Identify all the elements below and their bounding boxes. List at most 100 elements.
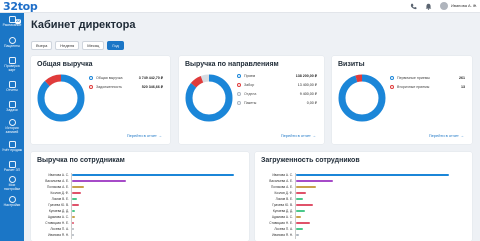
sidebar-item-schedule[interactable]: Расписание 22 bbox=[0, 16, 24, 28]
legend-value: 261 bbox=[459, 76, 465, 80]
bar-label: Васильева А. Е. bbox=[45, 179, 69, 183]
app-logo[interactable]: 32top bbox=[3, 0, 38, 13]
bar-row: Иванова Я. Н. bbox=[31, 233, 249, 237]
legend-row: Вторичные приемы 13 bbox=[390, 85, 465, 89]
bar-row: Ставицкая Н. Е. bbox=[255, 221, 472, 225]
legend-label: Общая выручка bbox=[96, 76, 123, 80]
page-title: Кабинет директора bbox=[31, 19, 136, 31]
sidebar-item-label: Мои настройки bbox=[3, 183, 21, 191]
bar bbox=[72, 180, 127, 182]
sidebar-item-salary[interactable]: Расчет ЗП bbox=[0, 161, 24, 173]
bar-row: Ломов В. Е. bbox=[31, 197, 249, 201]
legend-row: Прием 138 200,00 ₽ bbox=[237, 74, 317, 78]
bar bbox=[72, 234, 74, 236]
schedule-badge: 22 bbox=[15, 19, 21, 24]
sidebar-item-label: Расчет ЗП bbox=[3, 168, 21, 172]
bar-label: Лосева П. А. bbox=[274, 227, 293, 231]
legend-value: 13 400,00 ₽ bbox=[297, 83, 317, 87]
bar-label: Ставицкая Н. Е. bbox=[45, 221, 69, 225]
legend-value: 138 200,00 ₽ bbox=[295, 74, 317, 78]
sidebar-item-tasks[interactable]: Задачи bbox=[0, 101, 24, 113]
bar-label: Иванова Я. Н. bbox=[48, 233, 69, 237]
bar bbox=[72, 216, 76, 218]
card-title: Общая выручка bbox=[37, 61, 93, 68]
visits-legend: Первичные приемы 261 Вторичные приемы 13 bbox=[390, 76, 465, 106]
tab-yesterday[interactable]: Вчера bbox=[31, 41, 53, 50]
card-check-icon bbox=[8, 57, 16, 64]
directions-donut-chart bbox=[185, 74, 233, 122]
bar-row: Лосева П. А. bbox=[31, 227, 249, 231]
sidebar-item-history[interactable]: История записей bbox=[0, 119, 24, 135]
bar-row: Ломов В. Е. bbox=[255, 197, 472, 201]
bar bbox=[72, 210, 76, 212]
go-to-report-link[interactable]: Перейти в отчет → bbox=[127, 133, 162, 138]
visits-card: Визиты Первичные приемы 261 Вторичные пр… bbox=[332, 56, 472, 144]
bar-label: Грачева Ю. В. bbox=[272, 203, 293, 207]
sidebar-item-label: История записей bbox=[5, 126, 19, 134]
tab-year[interactable]: Год bbox=[107, 41, 124, 50]
staff-revenue-card: Выручка по сотрудникам Иванова А. С. Васи… bbox=[31, 152, 249, 241]
salary-icon bbox=[8, 161, 16, 168]
bar bbox=[72, 186, 84, 188]
legend-row: Общая выручка 3 749 442,70 ₽ bbox=[89, 76, 163, 80]
bar-label: Полякова А. Е. bbox=[270, 185, 293, 189]
bar bbox=[296, 198, 303, 200]
revenue-card: Общая выручка Общая выручка 3 749 442,70… bbox=[31, 56, 170, 144]
sidebar-item-reports[interactable]: Отчеты bbox=[0, 81, 24, 93]
sidebar-item-patients[interactable]: Пациенты bbox=[0, 37, 24, 49]
card-title: Выручка по сотрудникам bbox=[37, 157, 125, 164]
directions-card: Выручка по направлениям Прием 138 200,00… bbox=[179, 56, 324, 144]
bar bbox=[296, 186, 317, 188]
bar-label: Адамова А. С. bbox=[47, 215, 69, 219]
bar-row: Грачева Ю. В. bbox=[31, 203, 249, 207]
legend-row: Отдела 9 400,00 ₽ bbox=[237, 92, 317, 96]
sidebar-item-label: Задачи bbox=[6, 108, 18, 112]
bar-label: Иванова Я. Н. bbox=[272, 233, 293, 237]
staff-load-card: Загруженность сотрудников Иванова А. С. В… bbox=[255, 152, 472, 241]
sidebar-item-sales[interactable]: Учёт продаж bbox=[0, 141, 24, 153]
sidebar-item-label: Учёт продаж bbox=[2, 148, 22, 152]
bar bbox=[296, 234, 300, 236]
bar-label: Иванова А. С. bbox=[48, 173, 69, 177]
user-avatar[interactable] bbox=[440, 2, 448, 10]
legend-label: Прием bbox=[244, 74, 256, 78]
go-to-report-link[interactable]: Перейти в отчет → bbox=[281, 133, 316, 138]
sidebar-item-label: Расписание bbox=[2, 23, 22, 27]
bar bbox=[296, 222, 310, 224]
legend-row: Первичные приемы 261 bbox=[390, 76, 465, 80]
legend-dot bbox=[237, 92, 241, 96]
legend-value: 3 749 442,70 ₽ bbox=[138, 76, 163, 80]
donut-slice bbox=[37, 74, 85, 122]
patients-icon bbox=[8, 37, 16, 44]
bar-row: Адамова А. С. bbox=[31, 215, 249, 219]
gear-icon bbox=[8, 196, 16, 203]
bar-row: Полякова А. Е. bbox=[255, 185, 472, 189]
legend-label: Первичные приемы bbox=[397, 76, 430, 80]
phone-icon[interactable] bbox=[410, 3, 417, 10]
tab-month[interactable]: Месяц bbox=[82, 41, 105, 50]
bar-row: Лосева П. А. bbox=[255, 227, 472, 231]
bar-row: Кулаева Д. Д. bbox=[255, 209, 472, 213]
reports-icon bbox=[8, 81, 16, 88]
staff-revenue-bars: Иванова А. С. Васильева А. Е. Полякова А. … bbox=[31, 173, 249, 239]
legend-dot bbox=[237, 83, 241, 87]
legend-dot bbox=[89, 76, 93, 80]
bar bbox=[72, 228, 74, 230]
bar-row: Козлов Д. Ф. bbox=[255, 191, 472, 195]
bar bbox=[296, 210, 305, 212]
legend-label: Вторичные приемы bbox=[397, 85, 430, 89]
bell-icon[interactable] bbox=[425, 3, 432, 10]
tab-week[interactable]: Неделя bbox=[55, 41, 80, 50]
bar-label: Козлов Д. Ф. bbox=[274, 191, 293, 195]
bar bbox=[72, 222, 74, 224]
chevron-down-icon[interactable]: ▾ bbox=[474, 3, 476, 8]
sidebar-item-label: Пациенты bbox=[4, 44, 20, 48]
bar bbox=[296, 180, 334, 182]
sidebar-item-my-settings[interactable]: Мои настройки bbox=[0, 176, 24, 192]
user-settings-icon bbox=[8, 176, 16, 183]
directions-legend: Прием 138 200,00 ₽ Забор 13 400,00 ₽ Отд… bbox=[237, 74, 317, 120]
sidebar-item-card-check[interactable]: Проверка карт bbox=[0, 57, 24, 73]
go-to-report-link[interactable]: Перейти в отчет → bbox=[429, 133, 464, 138]
sidebar-item-settings[interactable]: Настройки bbox=[0, 196, 24, 208]
revenue-donut-chart bbox=[37, 74, 85, 122]
